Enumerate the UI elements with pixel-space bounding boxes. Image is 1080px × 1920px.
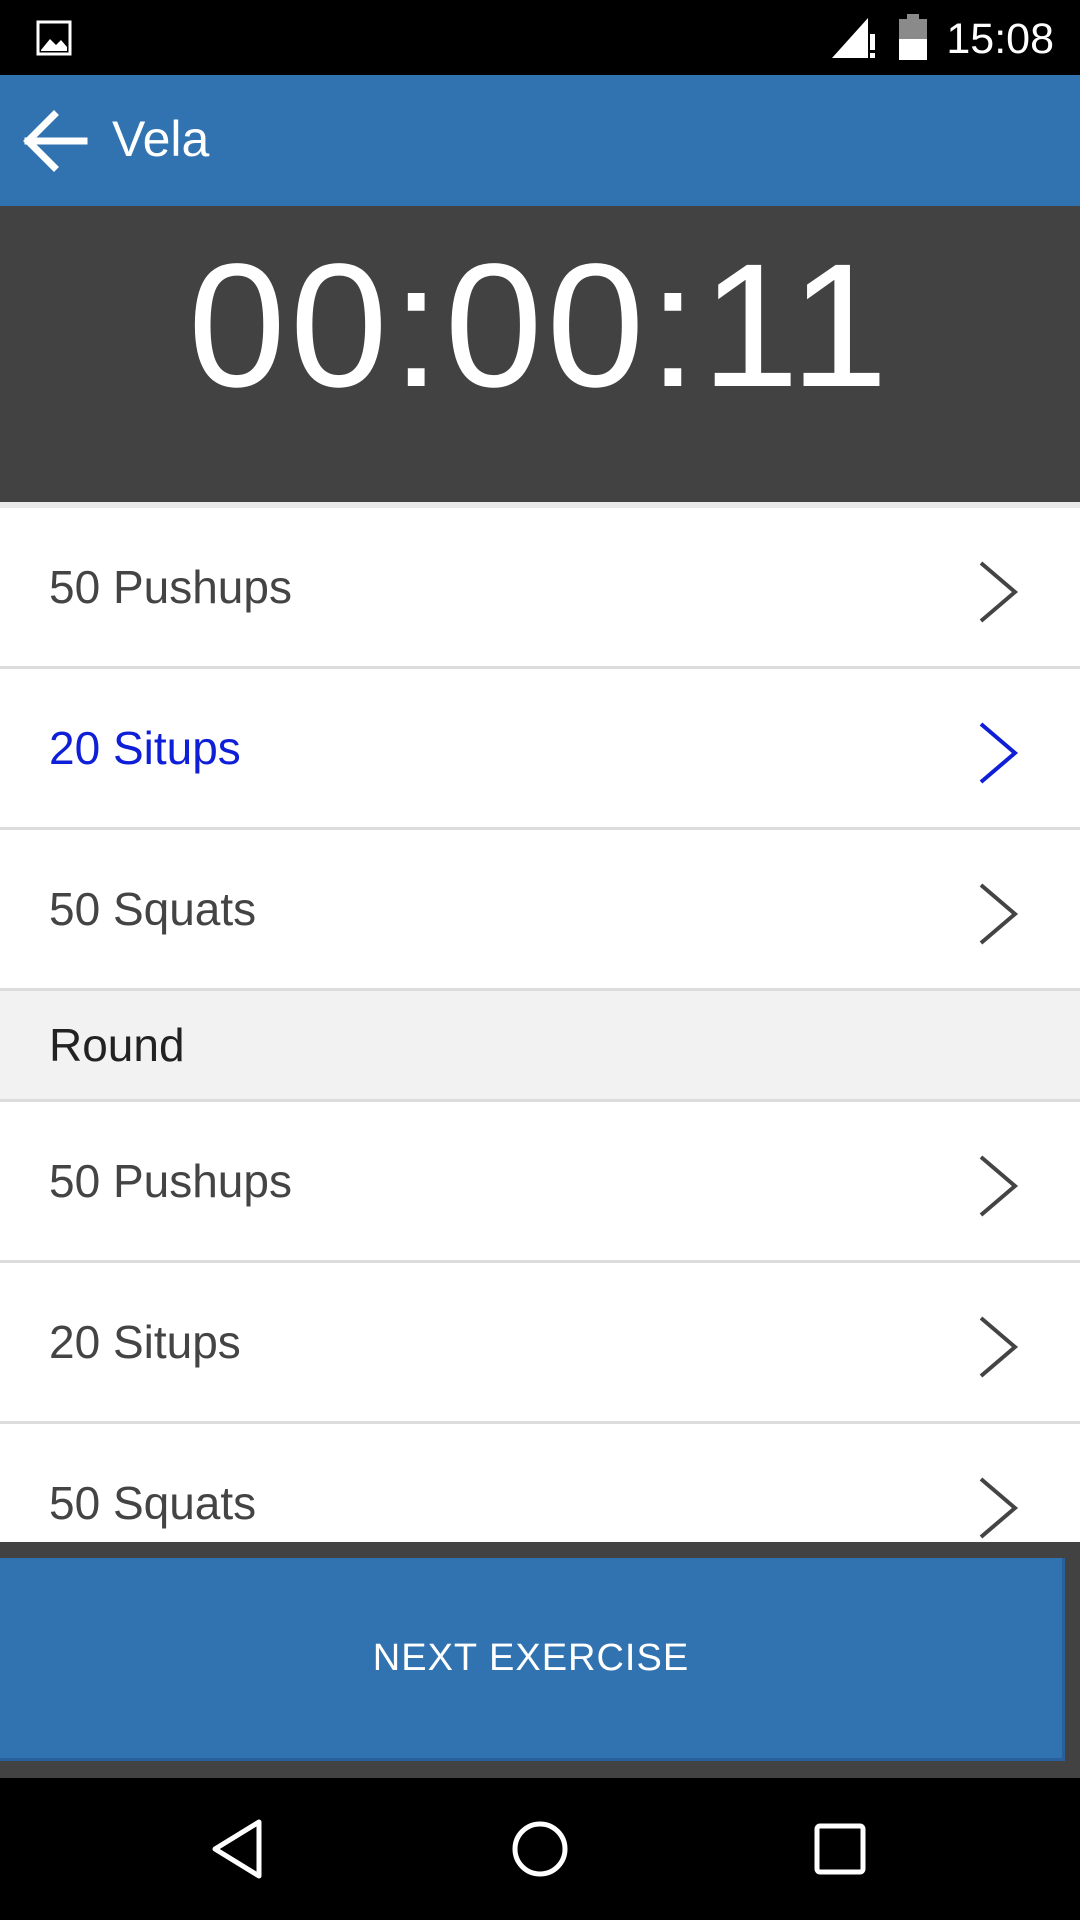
exercise-list: 50 Pushups 20 Situps 50 Squats Round 50 …	[0, 508, 1080, 1542]
exercise-label: 50 Pushups	[49, 561, 292, 613]
list-item[interactable]: 50 Pushups	[0, 508, 1080, 669]
section-header: Round	[0, 991, 1080, 1102]
system-nav-bar	[0, 1778, 1080, 1920]
app-bar: Vela	[0, 75, 1080, 206]
list-item-current[interactable]: 20 Situps	[0, 669, 1080, 830]
signal-icon	[832, 18, 875, 58]
list-item[interactable]: 50 Squats	[0, 1424, 1080, 1542]
chevron-right-icon	[979, 883, 1019, 945]
exercise-label: 20 Situps	[49, 1316, 241, 1368]
arrow-left-icon[interactable]	[22, 108, 88, 174]
chevron-right-icon	[979, 561, 1019, 623]
page-title: Vela	[112, 111, 210, 167]
list-item[interactable]: 50 Squats	[0, 830, 1080, 991]
status-bar: 15:08	[0, 0, 1080, 75]
list-item[interactable]: 20 Situps	[0, 1263, 1080, 1424]
chevron-right-icon	[979, 1155, 1019, 1217]
recents-square-icon[interactable]	[807, 1816, 873, 1882]
chevron-right-icon	[979, 1316, 1019, 1378]
back-triangle-icon[interactable]	[207, 1816, 273, 1882]
list-item[interactable]: 50 Pushups	[0, 1102, 1080, 1263]
exercise-label: 50 Pushups	[49, 1155, 292, 1207]
gallery-icon	[36, 20, 72, 56]
status-clock: 15:08	[946, 15, 1054, 63]
battery-icon	[899, 14, 927, 60]
chevron-right-icon	[979, 1477, 1019, 1539]
exercise-label: 20 Situps	[49, 722, 241, 774]
next-exercise-button[interactable]: NEXT EXERCISE	[0, 1558, 1065, 1761]
chevron-right-icon	[979, 722, 1019, 784]
exercise-label: 50 Squats	[49, 1477, 257, 1529]
exercise-label: 50 Squats	[49, 883, 257, 935]
section-label: Round	[49, 1019, 185, 1071]
home-circle-icon[interactable]	[507, 1816, 573, 1882]
workout-timer: 00:00:11	[0, 206, 1080, 502]
